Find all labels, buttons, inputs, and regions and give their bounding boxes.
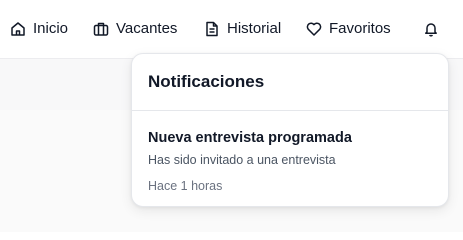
notifications-title: Notificaciones [148, 72, 265, 91]
notification-message: Has sido invitado a una entrevista [148, 153, 336, 167]
notifications-button[interactable] [419, 17, 443, 41]
top-navigation: Inicio Vacantes Historial Favoritos [0, 0, 463, 58]
notification-time: Hace 1 horas [148, 179, 223, 193]
document-icon [206, 21, 218, 37]
notification-item[interactable]: Nueva entrevista programada Has sido inv… [132, 111, 448, 194]
nav-item-favoritos[interactable]: Favoritos [306, 18, 391, 40]
notifications-header: Notificaciones [132, 54, 448, 111]
notification-title: Nueva entrevista programada [148, 130, 352, 146]
home-icon [11, 22, 25, 36]
nav-item-label: Vacantes [116, 20, 178, 37]
nav-item-label: Historial [227, 20, 282, 37]
heart-icon [306, 22, 322, 36]
nav-item-inicio[interactable]: Inicio [10, 18, 68, 40]
nav-item-label: Favoritos [329, 20, 391, 37]
nav-item-label: Inicio [33, 20, 69, 37]
bell-icon [425, 23, 437, 37]
notifications-dropdown: Notificaciones Nueva entrevista programa… [131, 53, 449, 207]
briefcase-icon [93, 22, 109, 36]
nav-item-historial[interactable]: Historial [204, 18, 281, 40]
nav-item-vacantes[interactable]: Vacantes [93, 18, 177, 40]
